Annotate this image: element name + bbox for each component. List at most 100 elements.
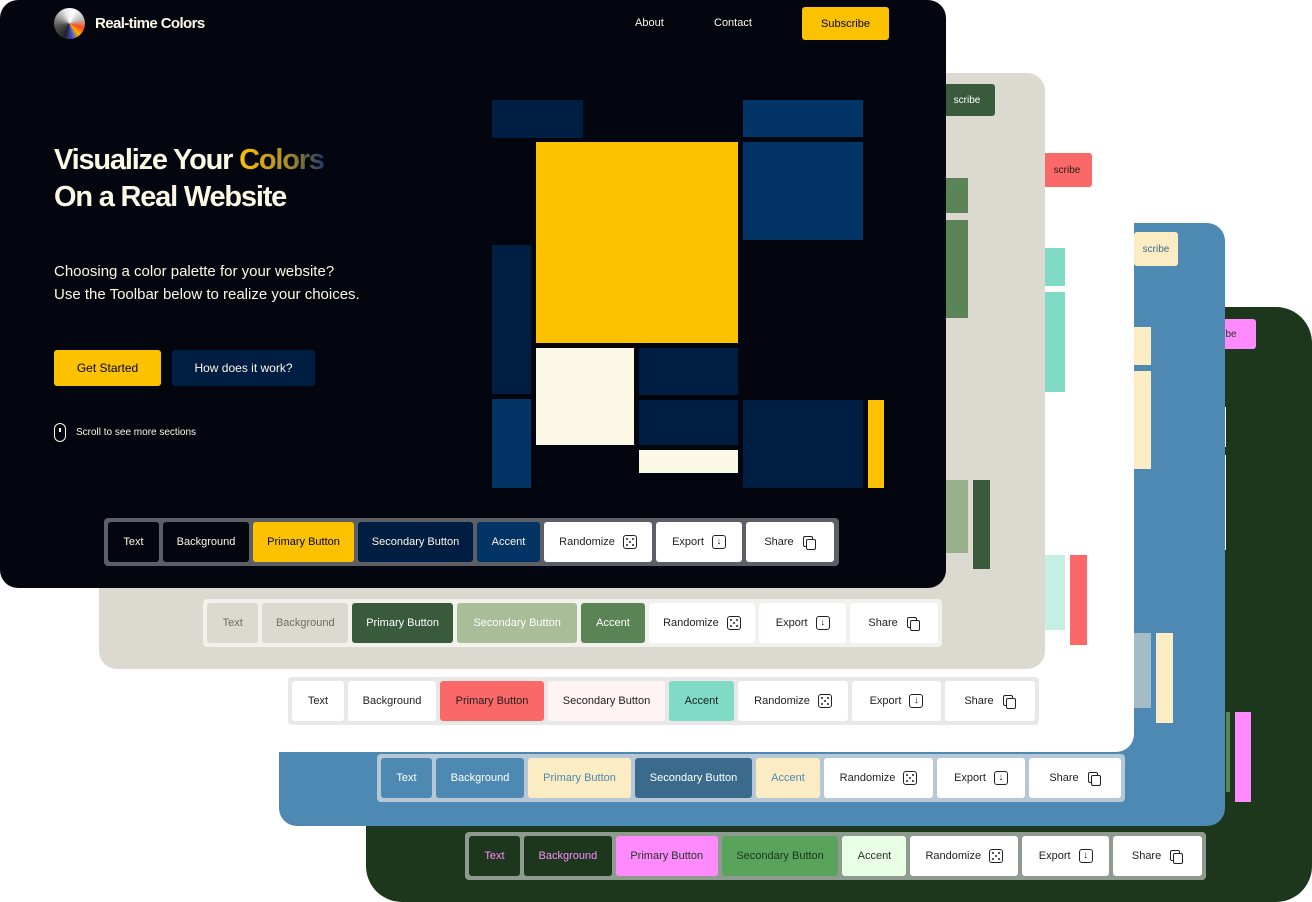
shape-block [973,480,990,569]
shape-block [536,348,634,445]
background-color-button[interactable]: Background [436,758,524,798]
background-color-button[interactable]: Background [163,522,249,562]
randomize-button[interactable]: Randomize [824,758,933,798]
share-label: Share [868,617,898,629]
shape-block [639,400,738,445]
toolbar-white: Text Background Primary Button Secondary… [288,677,1039,725]
text-color-button[interactable]: Text [469,836,520,876]
accent-color-button[interactable]: Accent [669,681,734,721]
shape-block [1134,633,1151,708]
subscribe-fragment[interactable]: scribe [939,84,995,116]
toolbar-steel-blue: Text Background Primary Button Secondary… [377,754,1125,802]
randomize-button[interactable]: Randomize [910,836,1019,876]
primary-color-label: Primary Button [455,695,529,707]
export-label: Export [954,772,986,784]
export-button[interactable]: Export ↓ [1022,836,1110,876]
share-label: Share [964,695,994,707]
export-label: Export [672,536,704,548]
shape-block [1235,712,1251,802]
shape-block [1226,712,1230,792]
shape-block [492,100,583,138]
shape-block [743,142,863,240]
randomize-button[interactable]: Randomize [648,603,756,643]
background-color-button[interactable]: Background [262,603,349,643]
primary-color-button[interactable]: Primary Button [528,758,631,798]
primary-color-label: Primary Button [267,536,340,548]
accent-color-button[interactable]: Accent [842,836,907,876]
secondary-color-button[interactable]: Secondary Button [358,522,473,562]
dice-icon [622,535,637,549]
export-button[interactable]: Export ↓ [852,681,941,721]
primary-color-label: Primary Button [543,772,616,784]
shape-block [743,400,863,488]
subscribe-fragment[interactable]: scribe [1134,232,1178,266]
toolbar-forest: Text Background Primary Button Secondary… [465,832,1206,880]
text-color-label: Text [396,772,417,784]
share-button[interactable]: Share [945,681,1035,721]
text-color-label: Text [484,850,505,862]
export-button[interactable]: Export ↓ [656,522,742,562]
primary-color-label: Primary Button [630,850,704,862]
shape-block [944,480,968,553]
accent-color-label: Accent [771,772,805,784]
text-color-button[interactable]: Text [207,603,259,643]
accent-color-button[interactable]: Accent [581,603,645,643]
secondary-color-button[interactable]: Secondary Button [548,681,665,721]
accent-color-label: Accent [857,850,892,862]
secondary-color-label: Secondary Button [562,695,651,707]
shape-block [944,178,968,213]
secondary-color-label: Secondary Button [473,617,561,629]
dice-icon [903,771,918,785]
background-color-button[interactable]: Background [523,836,612,876]
accent-color-button[interactable]: Accent [477,522,540,562]
text-color-button[interactable]: Text [381,758,432,798]
accent-color-button[interactable]: Accent [756,758,820,798]
secondary-color-button[interactable]: Secondary Button [456,603,578,643]
shape-block [1070,555,1087,645]
export-label: Export [869,695,902,707]
share-label: Share [764,536,794,548]
share-button[interactable]: Share [746,522,834,562]
randomize-label: Randomize [839,772,896,784]
shape-block [1156,633,1173,723]
download-icon: ↓ [1078,849,1093,863]
text-color-button[interactable]: Text [108,522,159,562]
background-color-button[interactable]: Background [348,681,436,721]
primary-color-button[interactable]: Primary Button [440,681,544,721]
export-button[interactable]: Export ↓ [759,603,847,643]
secondary-color-label: Secondary Button [371,536,460,548]
secondary-color-button[interactable]: Secondary Button [721,836,839,876]
copy-icon [1087,771,1101,786]
subscribe-fragment[interactable]: scribe [1042,153,1092,187]
background-color-label: Background [176,536,236,548]
dice-icon [726,616,741,630]
randomize-button[interactable]: Randomize [738,681,848,721]
background-color-label: Background [275,617,335,629]
primary-color-button[interactable]: Primary Button [615,836,718,876]
shape-block [492,245,531,394]
share-button[interactable]: Share [850,603,938,643]
share-button[interactable]: Share [1113,836,1202,876]
shape-block [492,399,531,488]
text-color-label: Text [222,617,243,629]
secondary-color-label: Secondary Button [649,772,738,784]
download-icon: ↓ [909,694,924,708]
primary-color-button[interactable]: Primary Button [253,522,354,562]
randomize-label: Randomize [754,695,810,707]
shape-block [639,450,738,473]
primary-color-button[interactable]: Primary Button [352,603,453,643]
text-color-button[interactable]: Text [292,681,344,721]
secondary-color-button[interactable]: Secondary Button [635,758,752,798]
export-button[interactable]: Export ↓ [937,758,1025,798]
secondary-color-label: Secondary Button [736,850,824,862]
download-icon: ↓ [815,616,830,630]
shape-block [1042,248,1065,286]
accent-color-label: Accent [684,695,719,707]
shape-block [1134,327,1151,365]
share-button[interactable]: Share [1029,758,1121,798]
randomize-button[interactable]: Randomize [544,522,652,562]
text-color-label: Text [307,695,329,707]
shape-block [1042,292,1065,392]
accent-color-label: Accent [596,617,630,629]
toolbar-beige: Text Background Primary Button Secondary… [203,599,942,647]
